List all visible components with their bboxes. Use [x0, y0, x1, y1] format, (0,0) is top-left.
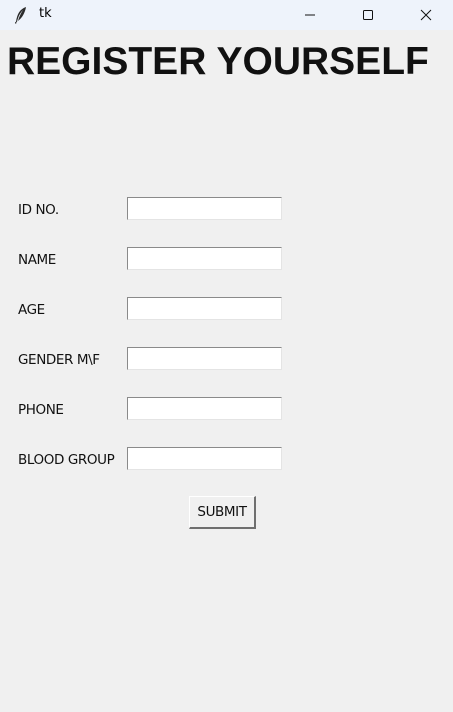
blood-group-label: BLOOD GROUP — [18, 452, 115, 468]
age-field[interactable] — [127, 297, 282, 320]
name-field[interactable] — [127, 247, 282, 270]
close-icon — [420, 6, 432, 25]
title-bar[interactable]: tk — [0, 0, 453, 30]
maximize-button[interactable] — [339, 0, 397, 30]
name-label: NAME — [18, 252, 56, 268]
id-no-field[interactable] — [127, 197, 282, 220]
page-title: REGISTER YOURSELF — [7, 40, 429, 83]
minimize-button[interactable] — [281, 0, 339, 30]
app-window: tk REGISTER YOURSELF ID NO. NAME AGE GEN… — [0, 0, 453, 712]
gender-field[interactable] — [127, 347, 282, 370]
id-no-label: ID NO. — [18, 202, 59, 218]
submit-button[interactable]: SUBMIT — [189, 496, 256, 529]
maximize-icon — [362, 6, 374, 25]
blood-group-field[interactable] — [127, 447, 282, 470]
phone-field[interactable] — [127, 397, 282, 420]
minimize-icon — [304, 6, 316, 25]
gender-label: GENDER M\F — [18, 352, 100, 368]
age-label: AGE — [18, 302, 45, 318]
close-button[interactable] — [397, 0, 453, 30]
phone-label: PHONE — [18, 402, 64, 418]
feather-icon — [14, 6, 28, 24]
window-title: tk — [39, 6, 52, 21]
